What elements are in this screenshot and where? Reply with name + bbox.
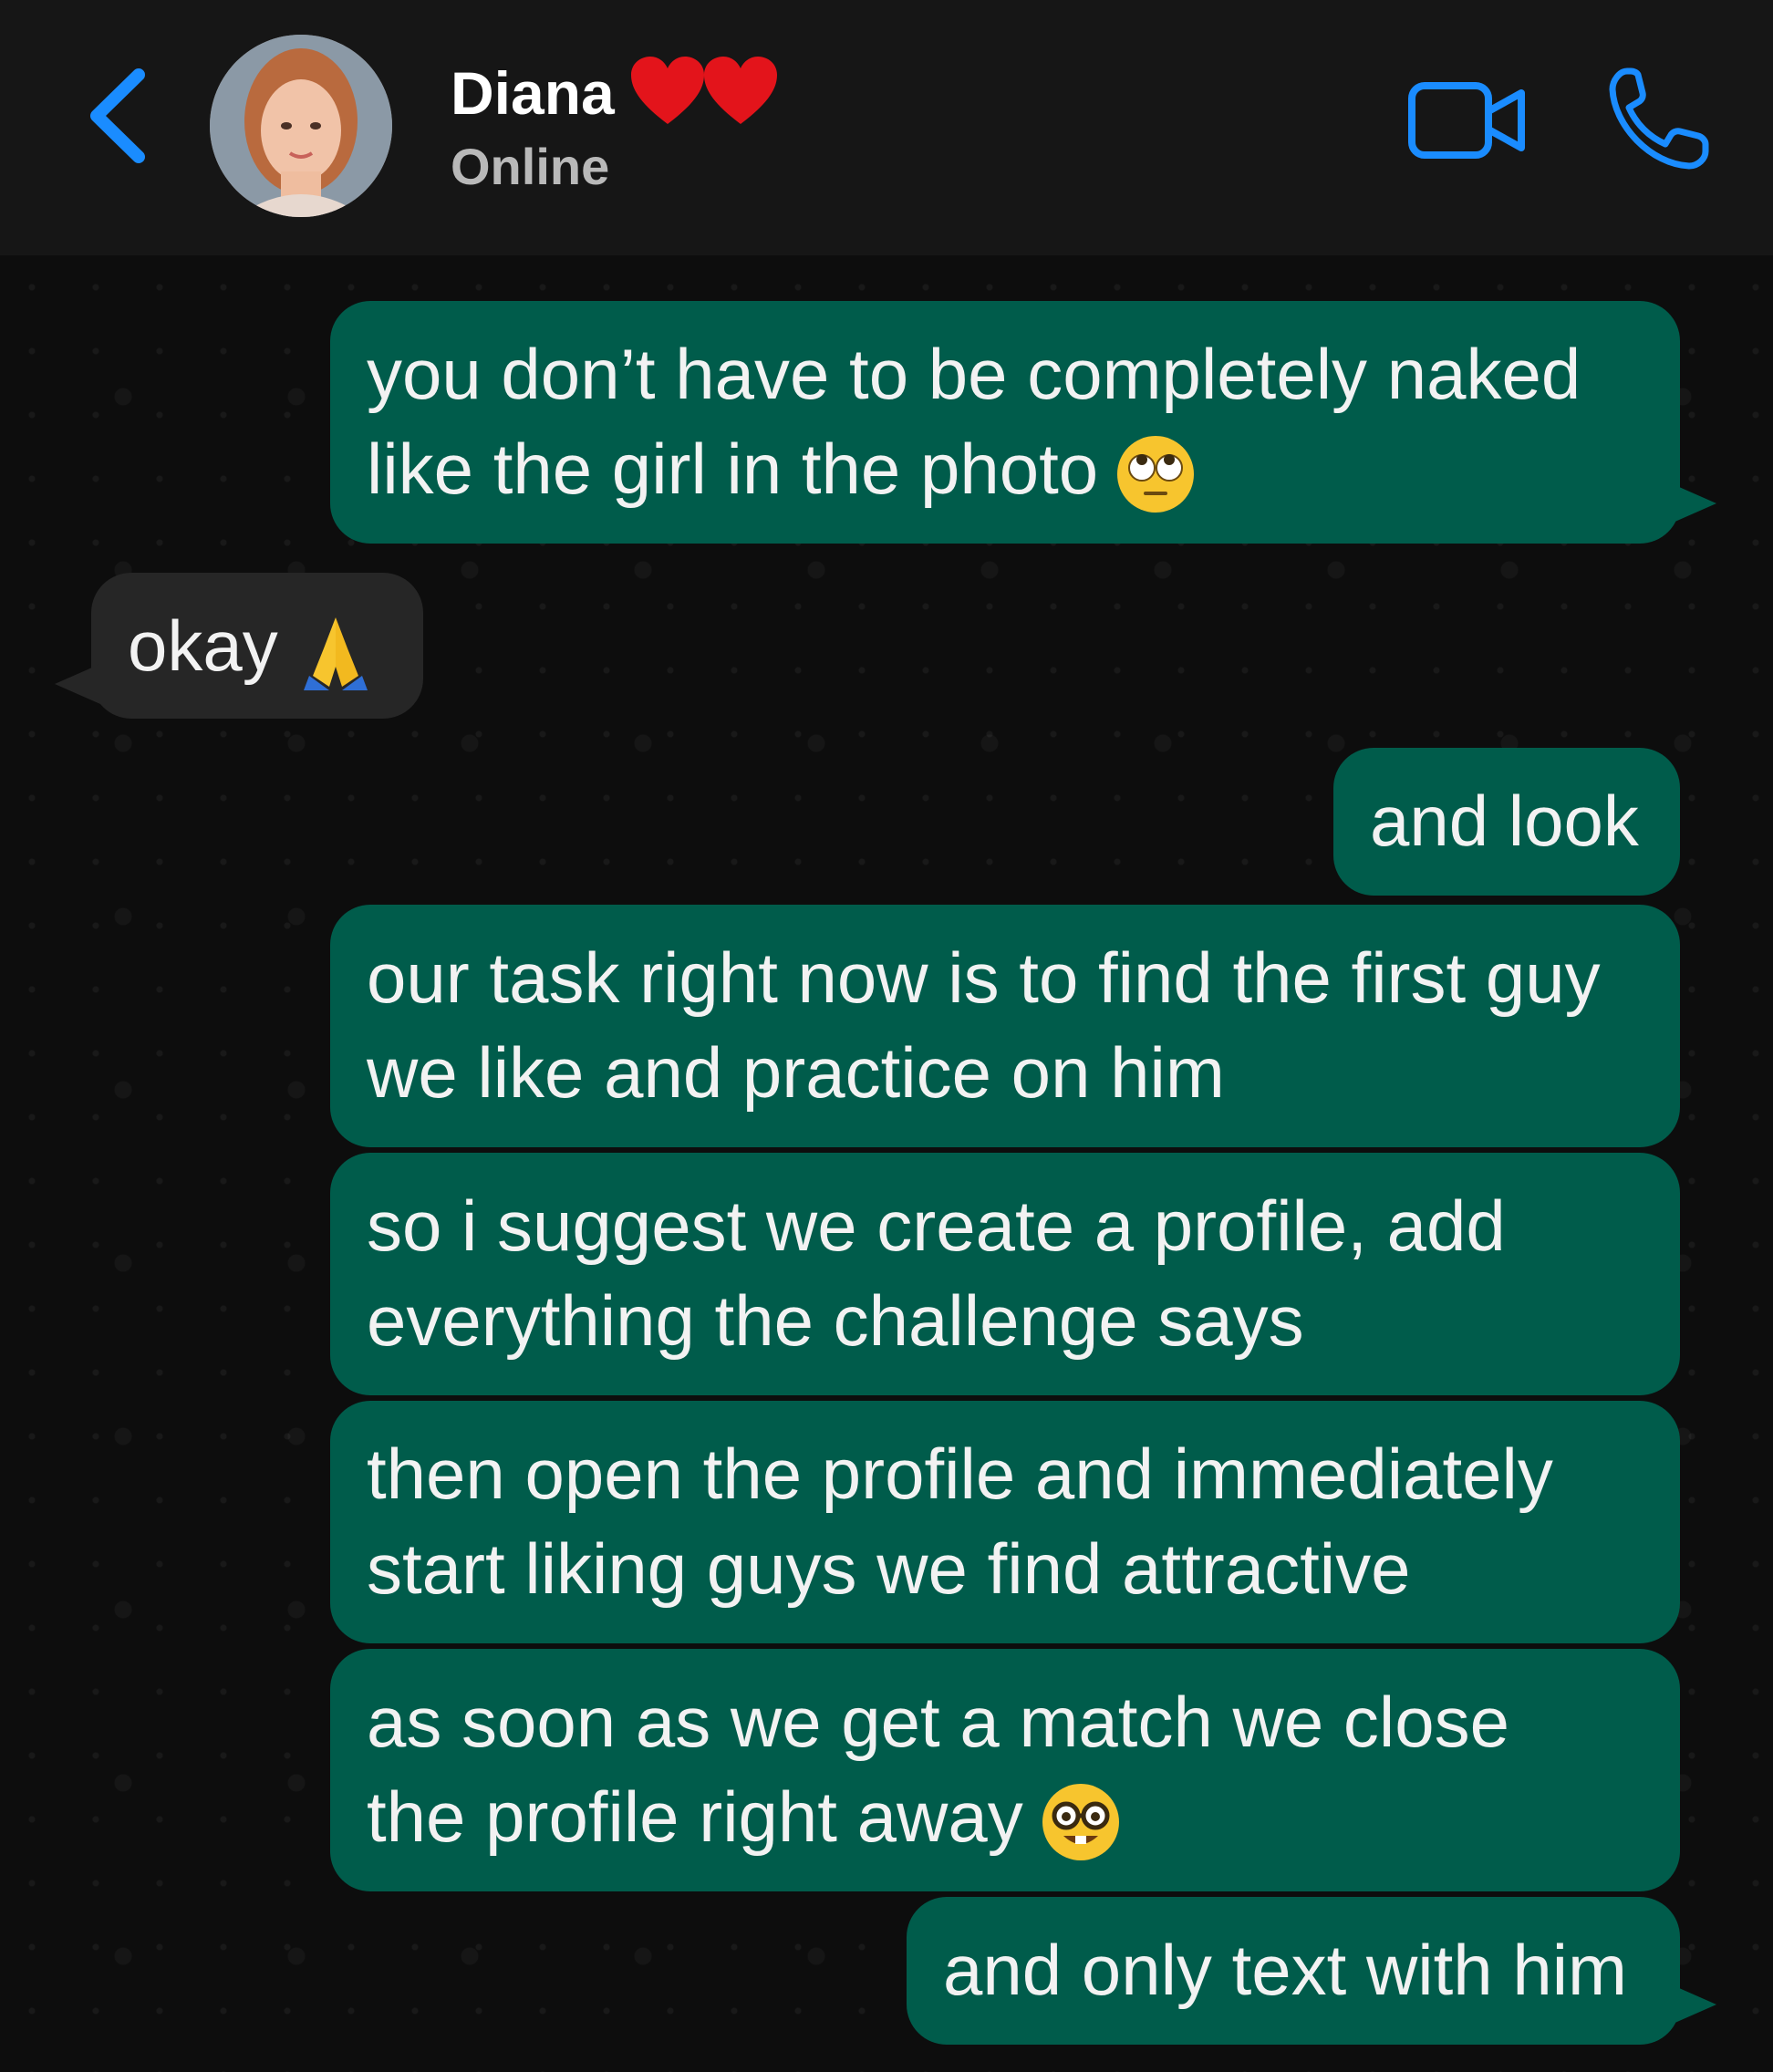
message-bubble-outgoing[interactable]: as soon as we get a match we close the p… bbox=[330, 1649, 1680, 1891]
phone-icon bbox=[1609, 67, 1709, 170]
bubble-tail bbox=[55, 664, 100, 704]
nerd-face-emoji-icon bbox=[1042, 1784, 1119, 1861]
message-text: okay bbox=[128, 598, 387, 693]
message-bubble-outgoing[interactable]: you don’t have to be completely naked li… bbox=[330, 301, 1680, 544]
message-bubble-outgoing[interactable]: so i suggest we create a profile, add ev… bbox=[330, 1153, 1680, 1395]
chat-header: Diana Online bbox=[0, 0, 1773, 255]
bubble-tail bbox=[1671, 1984, 1716, 2025]
message-text: then open the profile and immediately bbox=[367, 1434, 1553, 1514]
heart-emoji-icon bbox=[630, 57, 777, 130]
message-bubble-incoming[interactable]: okay bbox=[91, 573, 423, 719]
folded-hands-emoji-icon bbox=[303, 617, 368, 691]
back-button[interactable] bbox=[84, 66, 157, 166]
video-camera-icon bbox=[1408, 82, 1525, 159]
message-text: as soon as we get a match we close bbox=[367, 1682, 1509, 1762]
chevron-left-icon bbox=[90, 68, 145, 163]
message-text: and only text with him bbox=[943, 1930, 1628, 2010]
bubble-tail bbox=[1671, 483, 1716, 523]
message-text: start liking guys we find attractive bbox=[367, 1528, 1411, 1609]
avatar[interactable] bbox=[210, 35, 392, 217]
voice-call-button[interactable] bbox=[1607, 66, 1709, 171]
rolling-eyes-emoji-icon bbox=[1117, 436, 1195, 513]
message-text: we like and practice on him bbox=[367, 1032, 1225, 1113]
message-text: you don’t have to be completely naked bbox=[367, 334, 1581, 414]
message-bubble-outgoing[interactable]: and only text with him bbox=[907, 1897, 1680, 2045]
message-text: the profile right away bbox=[367, 1769, 1643, 1864]
message-text: like the girl in the photo bbox=[367, 421, 1643, 516]
message-text: so i suggest we create a profile, add bbox=[367, 1186, 1506, 1266]
chat-area[interactable]: you don’t have to be completely naked li… bbox=[0, 255, 1773, 2072]
message-bubble-outgoing[interactable]: then open the profile and immediately st… bbox=[330, 1401, 1680, 1643]
message-text: everything the challenge says bbox=[367, 1280, 1304, 1361]
message-text: our task right now is to find the first … bbox=[367, 938, 1601, 1018]
message-text: and look bbox=[1370, 781, 1639, 861]
contact-name-text: Diana bbox=[451, 59, 615, 127]
message-bubble-outgoing[interactable]: and look bbox=[1333, 748, 1680, 896]
contact-status: Online bbox=[451, 138, 610, 195]
message-bubble-outgoing[interactable]: our task right now is to find the first … bbox=[330, 905, 1680, 1147]
contact-name[interactable]: Diana bbox=[451, 57, 777, 130]
video-call-button[interactable] bbox=[1408, 75, 1527, 166]
